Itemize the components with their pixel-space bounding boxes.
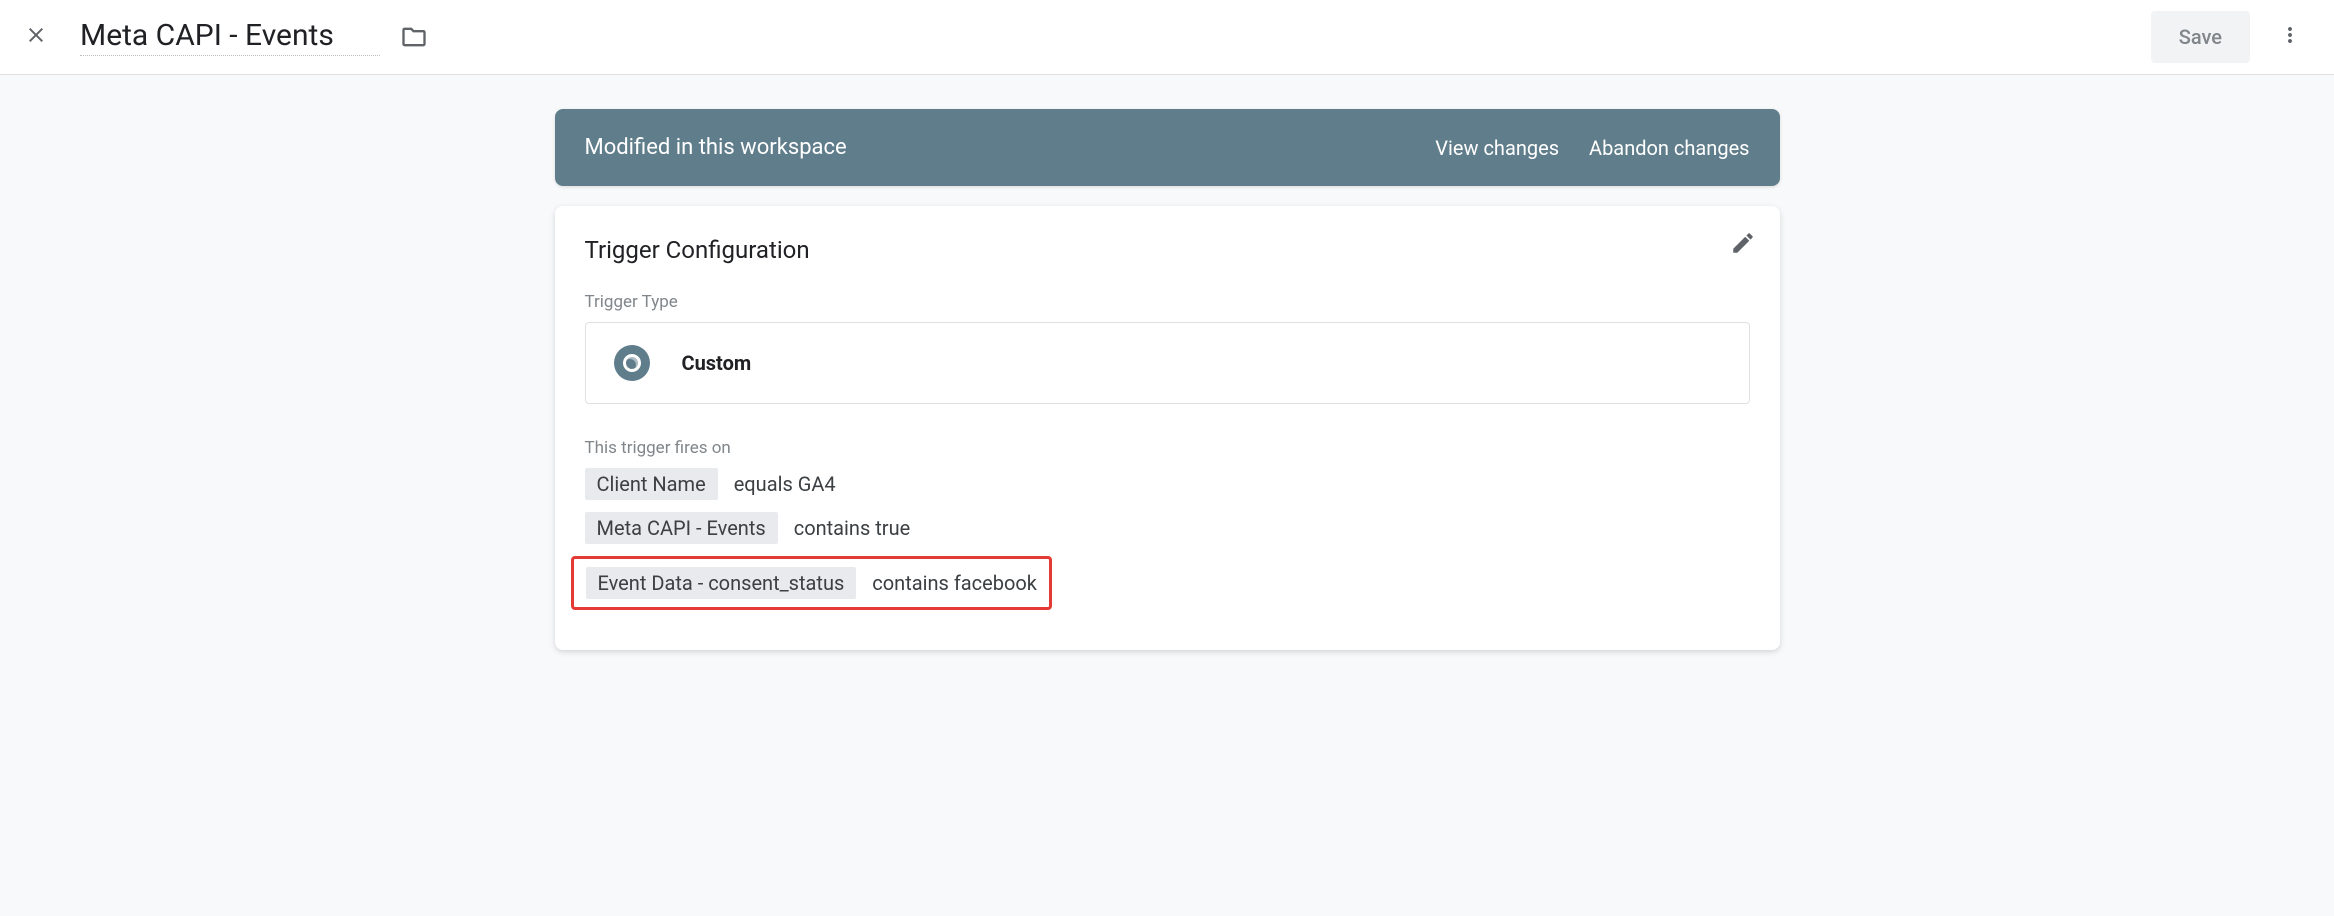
trigger-config-card[interactable]: Trigger Configuration Trigger Type Custo… [555,206,1780,650]
folder-icon[interactable] [400,23,428,51]
header: Save [0,0,2334,75]
trigger-type-value: Custom [682,351,752,375]
fires-on-label: This trigger fires on [585,438,1750,458]
card-title: Trigger Configuration [585,236,1750,264]
trigger-type-row: Custom [585,322,1750,404]
tag-title-input[interactable] [80,18,380,56]
condition-row: Client Name equals GA4 [585,468,1750,500]
trigger-type-label: Trigger Type [585,292,1750,312]
condition-variable-chip: Client Name [585,468,718,500]
custom-trigger-icon [614,345,650,381]
banner-text: Modified in this workspace [585,135,1406,160]
view-changes-link[interactable]: View changes [1435,136,1559,160]
content-area: Modified in this workspace View changes … [0,75,2334,916]
conditions-list: Client Name equals GA4 Meta CAPI - Events c… [585,468,1750,610]
more-menu-icon[interactable] [2270,15,2310,59]
workspace-banner: Modified in this workspace View changes … [555,109,1780,186]
condition-row: Meta CAPI - Events contains true [585,512,1750,544]
condition-text: contains true [794,516,910,540]
abandon-changes-link[interactable]: Abandon changes [1589,136,1749,160]
edit-icon[interactable] [1730,230,1756,260]
condition-text: equals GA4 [734,472,836,496]
save-button[interactable]: Save [2151,11,2250,63]
condition-text: contains facebook [872,571,1037,595]
close-icon[interactable] [24,23,48,52]
condition-variable-chip: Meta CAPI - Events [585,512,778,544]
condition-variable-chip: Event Data - consent_status [586,567,857,599]
condition-row: Event Data - consent_status contains face… [585,556,1750,610]
